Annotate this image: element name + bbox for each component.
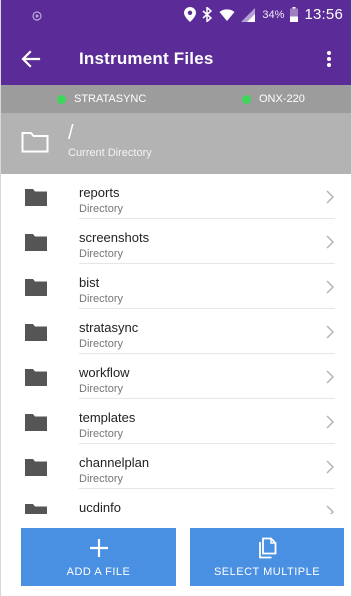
connection-bar: STRATASYNC ONX-220 [1,85,351,113]
status-bar: 34% 13:56 [1,0,351,33]
folder-icon [25,414,47,431]
signal-icon [241,7,256,22]
plus-icon [89,539,108,557]
bottom-action-bar: ADD A FILE SELECT MULTIPLE [1,514,351,596]
item-type: Directory [79,428,124,440]
item-name: channelplan [79,455,150,470]
bluetooth-icon [202,7,213,22]
connection-label: STRATASYNC [74,93,147,105]
folder-icon [25,279,47,296]
overflow-menu-icon[interactable] [319,47,339,71]
folder-icon [25,189,47,206]
item-name: stratasync [79,320,139,335]
item-type: Directory [79,248,124,260]
list-item[interactable]: screenshots Directory [1,219,351,264]
item-type: Directory [79,338,124,350]
status-dot-icon [242,94,251,104]
list-item[interactable]: bist Directory [1,264,351,309]
list-item[interactable]: ucdinfo Directory [1,489,351,514]
copy-pages-icon [259,537,277,559]
item-name: screenshots [79,230,150,245]
battery-icon [290,7,299,22]
select-multiple-button[interactable]: SELECT MULTIPLE [190,528,344,586]
folder-icon [25,459,47,476]
list-item[interactable]: reports Directory [1,174,351,219]
status-dot-icon [57,94,66,104]
folder-icon [25,234,47,251]
app-frame: 34% 13:56 Instrument Files STRATASYNC ON… [0,0,352,596]
chevron-right-icon [326,460,335,474]
folder-icon [25,324,47,341]
location-pin-icon [184,7,197,22]
folder-outline-icon [21,132,49,153]
connection-label: ONX-220 [259,93,305,105]
app-bar: Instrument Files [1,33,351,85]
file-list: reports Directory screenshots Directory … [1,174,351,514]
select-multiple-label: SELECT MULTIPLE [213,566,321,578]
page-title: Instrument Files [79,49,214,68]
chevron-right-icon [326,235,335,249]
item-type: Directory [79,293,124,305]
chevron-right-icon [326,325,335,339]
chevron-right-icon [326,505,335,514]
chevron-right-icon [326,415,335,429]
list-item[interactable]: channelplan Directory [1,444,351,489]
add-file-label: ADD A FILE [66,566,131,578]
current-path: / [68,122,74,144]
back-arrow-icon[interactable] [19,47,43,71]
connection-onx: ONX-220 [242,93,305,105]
current-directory-header: / Current Directory [1,113,351,174]
chevron-right-icon [326,190,335,204]
item-name: ucdinfo [79,500,121,514]
connection-stratasync: STRATASYNC [57,93,146,105]
list-item[interactable]: stratasync Directory [1,309,351,354]
clock: 13:56 [304,6,343,23]
folder-icon [25,504,47,514]
status-icons: 34% 13:56 [184,6,343,23]
location-dot-icon [32,11,42,21]
item-type: Directory [79,383,124,395]
battery-percent: 34% [262,8,285,21]
item-type: Directory [79,203,124,215]
item-name: workflow [79,365,130,380]
chevron-right-icon [326,280,335,294]
item-name: bist [79,275,100,290]
list-item[interactable]: workflow Directory [1,354,351,399]
wifi-icon [219,8,235,21]
item-name: reports [79,185,120,200]
folder-icon [25,369,47,386]
chevron-right-icon [326,370,335,384]
add-file-button[interactable]: ADD A FILE [21,528,176,586]
current-directory-label: Current Directory [68,147,152,159]
item-type: Directory [79,473,124,485]
item-name: templates [79,410,136,425]
list-item[interactable]: templates Directory [1,399,351,444]
